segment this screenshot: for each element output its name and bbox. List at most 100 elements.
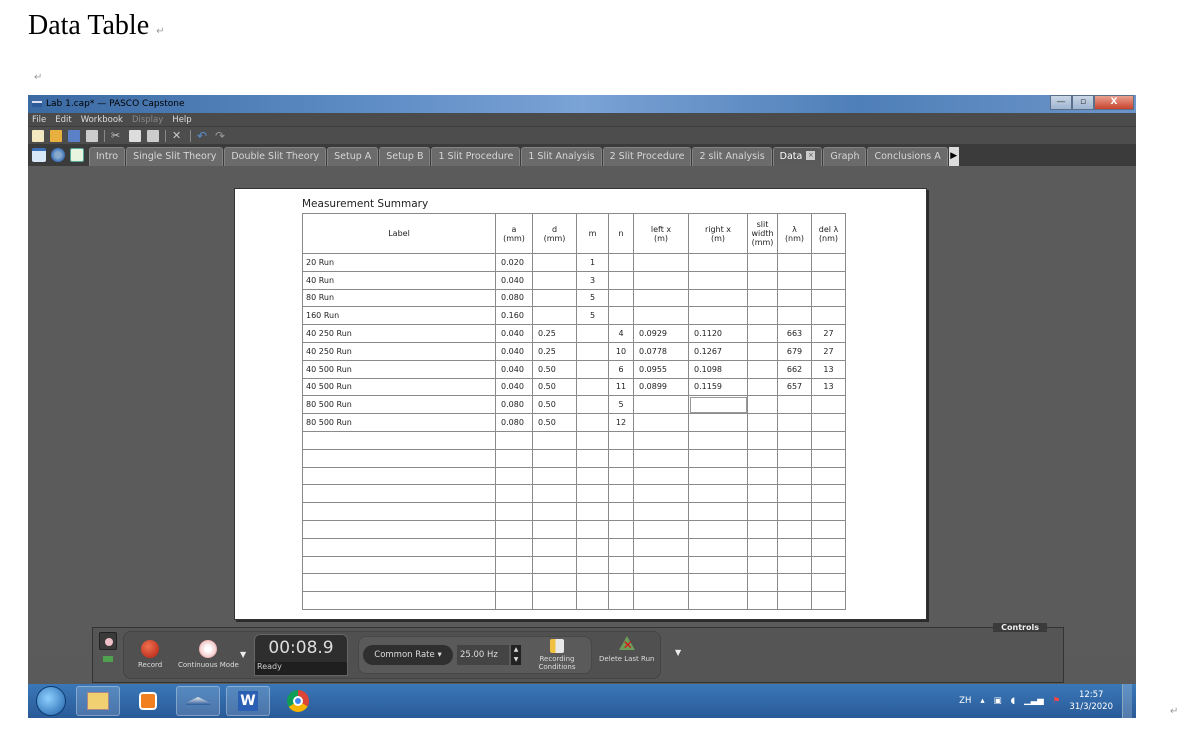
table-cell[interactable] [532,306,577,326]
table-cell[interactable] [532,270,577,290]
tab-setup-b[interactable]: Setup B [379,147,431,166]
table-cell[interactable] [688,395,748,415]
word-taskbar-icon[interactable]: W [226,686,270,716]
table-cell[interactable] [777,537,812,557]
table-cell[interactable] [633,448,689,468]
table-cell[interactable] [747,448,778,468]
chrome-taskbar-icon[interactable] [276,686,320,716]
table-cell[interactable]: 4 [608,324,634,343]
paste-icon[interactable] [147,129,159,142]
table-cell[interactable]: 0.080 [495,288,533,308]
table-cell[interactable] [747,377,778,397]
sample-rate-stepper[interactable]: ▲ ▼ [511,645,521,665]
table-cell[interactable] [302,555,496,575]
table-cell[interactable]: 0.040 [495,377,533,397]
table-cell[interactable]: 6 [608,359,634,379]
table-cell[interactable] [811,591,846,610]
tab-setup-a[interactable]: Setup A [327,147,379,166]
table-cell[interactable]: 27 [811,341,846,361]
table-cell[interactable] [302,591,496,610]
table-cell[interactable] [608,537,634,557]
table-cell[interactable] [688,306,748,326]
table-cell[interactable] [688,555,748,575]
table-cell[interactable] [688,270,748,290]
table-cell[interactable]: 5 [576,288,609,308]
table-cell[interactable] [688,573,748,593]
table-cell[interactable] [747,591,778,610]
table-cell[interactable] [633,413,689,432]
table-cell[interactable] [633,430,689,450]
table-cell[interactable]: 0.1159 [688,377,748,397]
table-cell[interactable] [302,484,496,504]
table-cell[interactable] [688,591,748,610]
table-cell[interactable] [811,430,846,450]
table-cell[interactable]: 0.1120 [688,324,748,343]
table-cell[interactable]: 40 Run [302,270,496,290]
maximize-button[interactable]: ▫ [1072,95,1094,110]
table-cell[interactable]: 0.0899 [633,377,689,397]
table-cell[interactable] [633,519,689,539]
table-cell[interactable] [777,430,812,450]
table-cell[interactable] [777,306,812,326]
redo-icon[interactable]: ↷ [215,130,227,142]
table-cell[interactable] [811,555,846,575]
menu-workbook[interactable]: Workbook [81,115,123,125]
table-cell[interactable]: 13 [811,359,846,379]
table-cell[interactable] [811,519,846,539]
table-cell[interactable] [747,341,778,361]
table-cell[interactable]: 5 [576,306,609,326]
table-cell[interactable] [777,395,812,415]
table-cell[interactable] [495,466,533,486]
show-desktop-button[interactable] [1122,684,1132,718]
table-cell[interactable] [747,270,778,290]
table-cell[interactable] [777,555,812,575]
volume-icon[interactable]: ◖ [1011,696,1015,706]
start-button[interactable] [36,686,66,716]
menu-display[interactable]: Display [132,115,163,125]
table-cell[interactable]: 0.040 [495,324,533,343]
table-cell[interactable] [302,448,496,468]
table-cell[interactable] [302,537,496,557]
table-cell[interactable] [608,288,634,308]
table-cell[interactable] [811,270,846,290]
delete-last-run-button[interactable]: Delete Last Run [599,636,654,663]
table-cell[interactable] [777,519,812,539]
table-cell[interactable]: 0.50 [532,359,577,379]
table-cell[interactable] [608,306,634,326]
table-cell[interactable]: 0.1267 [688,341,748,361]
table-cell[interactable] [576,377,609,397]
action-center-flag-icon[interactable]: ⚑ [1053,696,1061,706]
menu-file[interactable]: File [32,115,46,125]
table-cell[interactable]: 662 [777,359,812,379]
column-header[interactable]: λ (nm) [777,213,812,254]
tab-graph[interactable]: Graph [823,147,867,166]
media-player-taskbar-icon[interactable] [126,686,170,716]
network-icon[interactable]: ▁▃▅ [1024,696,1044,706]
table-cell[interactable] [747,519,778,539]
table-cell[interactable] [811,253,846,272]
table-cell[interactable] [633,288,689,308]
table-cell[interactable] [532,537,577,557]
table-cell[interactable]: 0.25 [532,324,577,343]
table-cell[interactable] [576,555,609,575]
explorer-taskbar-icon[interactable] [76,686,120,716]
table-cell[interactable] [633,555,689,575]
tab-2-slit-procedure[interactable]: 2 Slit Procedure [602,147,692,166]
table-cell[interactable] [811,413,846,432]
table-cell[interactable] [747,288,778,308]
table-cell[interactable] [532,466,577,486]
table-cell[interactable] [495,502,533,521]
close-button[interactable]: X [1094,95,1134,110]
table-cell[interactable]: 0.0955 [633,359,689,379]
table-cell[interactable]: 40 500 Run [302,377,496,397]
table-cell[interactable] [495,591,533,610]
column-header[interactable]: m [576,213,609,254]
settings-gear-icon[interactable] [51,148,65,162]
delete-icon[interactable]: ✕ [172,129,184,142]
table-cell[interactable] [576,466,609,486]
recording-conditions-button[interactable]: Recording Conditions [535,639,579,671]
table-cell[interactable]: 12 [608,413,634,432]
table-cell[interactable] [576,448,609,468]
table-cell[interactable] [576,341,609,361]
table-cell[interactable] [777,466,812,486]
